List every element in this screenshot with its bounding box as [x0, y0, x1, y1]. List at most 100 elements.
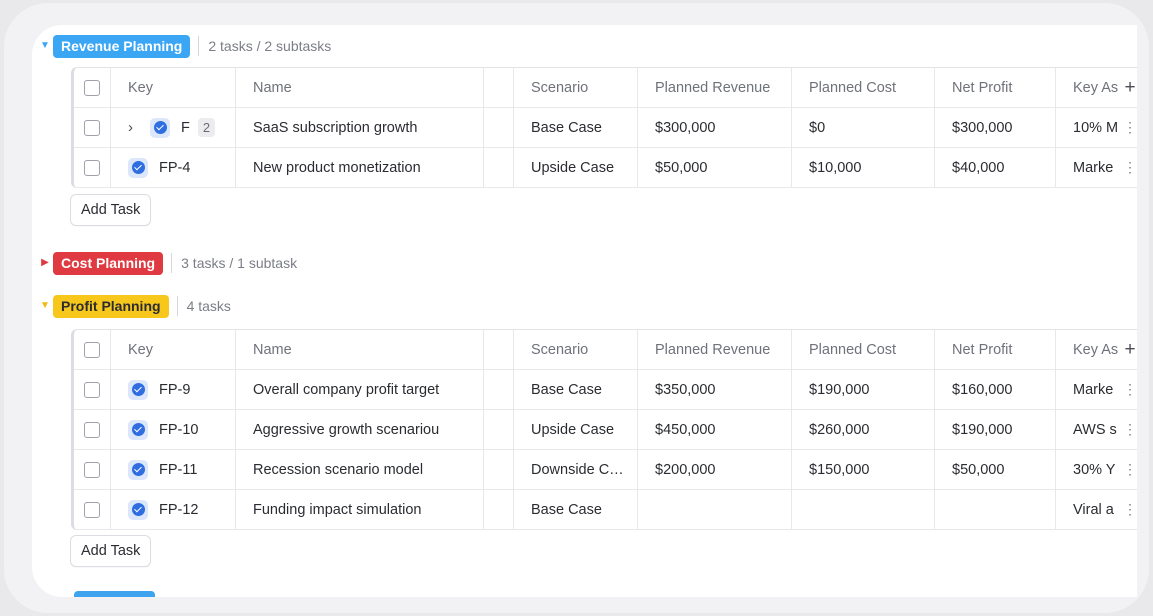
row-menu-icon[interactable]: ⋮: [1120, 490, 1137, 529]
table-row[interactable]: FP-10 Aggressive growth scenariou Upside…: [74, 410, 1137, 450]
group-header-profit[interactable]: ▼ Profit Planning 4 tasks: [32, 293, 231, 319]
net-profit-cell[interactable]: $160,000: [935, 370, 1056, 409]
select-all-checkbox[interactable]: [74, 330, 111, 369]
group-tag-cost[interactable]: Cost Planning: [53, 251, 164, 275]
checkbox-box[interactable]: [84, 159, 100, 176]
table-row[interactable]: FP-12 Funding impact simulation Base Cas…: [74, 490, 1137, 530]
planned-revenue-cell[interactable]: [638, 490, 792, 529]
row-checkbox[interactable]: [74, 410, 111, 449]
task-name[interactable]: New product monetization: [236, 148, 484, 187]
revenue-table: Key Name Scenario Planned Revenue Planne…: [71, 67, 1137, 188]
planned-cost-cell[interactable]: [792, 490, 935, 529]
task-name[interactable]: Overall company profit target: [236, 370, 484, 409]
status-done-icon[interactable]: [128, 157, 148, 178]
group-tag-revenue[interactable]: Revenue Planning: [53, 34, 191, 58]
net-profit-cell[interactable]: $40,000: [935, 148, 1056, 187]
planned-revenue-cell[interactable]: $200,000: [638, 450, 792, 489]
checkbox-box[interactable]: [84, 381, 100, 398]
row-menu-icon[interactable]: ⋮: [1120, 410, 1137, 449]
column-header-planned-revenue[interactable]: Planned Revenue: [638, 68, 792, 107]
add-task-button[interactable]: Add Task: [70, 535, 152, 567]
task-name[interactable]: Aggressive growth scenariou: [236, 410, 484, 449]
profit-table: Key Name Scenario Planned Revenue Planne…: [71, 329, 1137, 530]
add-task-button[interactable]: Add Task: [70, 194, 152, 226]
expand-subtasks-icon[interactable]: ›: [128, 119, 138, 136]
row-menu-icon[interactable]: ⋮: [1120, 450, 1137, 489]
scenario-cell[interactable]: Upside Case: [514, 410, 638, 449]
checkbox-box[interactable]: [84, 79, 100, 96]
subtask-count-badge[interactable]: 2: [197, 118, 216, 137]
planned-cost-cell[interactable]: $190,000: [792, 370, 935, 409]
planned-revenue-cell[interactable]: $450,000: [638, 410, 792, 449]
task-key-cell: FP-10: [111, 410, 236, 449]
planned-revenue-cell[interactable]: $350,000: [638, 370, 792, 409]
net-profit-cell[interactable]: $50,000: [935, 450, 1056, 489]
column-gap: [484, 490, 514, 529]
column-header-planned-revenue[interactable]: Planned Revenue: [638, 330, 792, 369]
scenario-cell[interactable]: Upside Case: [514, 148, 638, 187]
next-group-tag[interactable]: [74, 591, 155, 597]
net-profit-cell[interactable]: $190,000: [935, 410, 1056, 449]
task-name[interactable]: Funding impact simulation: [236, 490, 484, 529]
row-checkbox[interactable]: [74, 370, 111, 409]
checkbox-box[interactable]: [84, 341, 100, 358]
task-key: FP-12: [159, 501, 199, 518]
status-done-icon[interactable]: [128, 499, 148, 520]
column-header-scenario[interactable]: Scenario: [514, 330, 638, 369]
status-done-icon[interactable]: [150, 117, 170, 138]
status-done-icon[interactable]: [128, 379, 148, 400]
task-key-cell: › F 2: [111, 108, 236, 147]
column-header-scenario[interactable]: Scenario: [514, 68, 638, 107]
planned-cost-cell[interactable]: $260,000: [792, 410, 935, 449]
column-header-planned-cost[interactable]: Planned Cost: [792, 68, 935, 107]
table-row[interactable]: FP-9 Overall company profit target Base …: [74, 370, 1137, 410]
row-menu-icon[interactable]: ⋮: [1120, 148, 1137, 187]
checkbox-box[interactable]: [84, 501, 100, 518]
column-header-name[interactable]: Name: [236, 330, 484, 369]
task-key: FP-11: [159, 461, 198, 478]
table-row[interactable]: FP-11 Recession scenario model Downside …: [74, 450, 1137, 490]
status-done-icon[interactable]: [128, 459, 148, 480]
checkbox-box[interactable]: [84, 421, 100, 438]
group-tag-profit[interactable]: Profit Planning: [53, 294, 169, 318]
planned-cost-cell[interactable]: $150,000: [792, 450, 935, 489]
column-header-key[interactable]: Key: [111, 68, 236, 107]
scenario-cell[interactable]: Base Case: [514, 108, 638, 147]
column-header-key[interactable]: Key: [111, 330, 236, 369]
group-header-cost[interactable]: ▶ Cost Planning 3 tasks / 1 subtask: [32, 250, 297, 276]
row-checkbox[interactable]: [74, 108, 111, 147]
planned-cost-cell[interactable]: $0: [792, 108, 935, 147]
planned-cost-cell[interactable]: $10,000: [792, 148, 935, 187]
checkbox-box[interactable]: [84, 461, 100, 478]
status-done-icon[interactable]: [128, 419, 148, 440]
task-name[interactable]: Recession scenario model: [236, 450, 484, 489]
task-key: F: [181, 119, 190, 136]
planned-revenue-cell[interactable]: $300,000: [638, 108, 792, 147]
column-header-planned-cost[interactable]: Planned Cost: [792, 330, 935, 369]
scenario-cell[interactable]: Base Case: [514, 370, 638, 409]
net-profit-cell[interactable]: [935, 490, 1056, 529]
add-column-icon[interactable]: +: [1120, 330, 1137, 369]
column-gap: [484, 68, 514, 107]
task-name[interactable]: SaaS subscription growth: [236, 108, 484, 147]
row-menu-icon[interactable]: ⋮: [1120, 370, 1137, 409]
table-row[interactable]: FP-4 New product monetization Upside Cas…: [74, 148, 1137, 188]
task-key-cell: FP-12: [111, 490, 236, 529]
scenario-cell[interactable]: Downside C…: [514, 450, 638, 489]
select-all-checkbox[interactable]: [74, 68, 111, 107]
row-checkbox[interactable]: [74, 450, 111, 489]
add-column-icon[interactable]: +: [1120, 68, 1137, 107]
table-row[interactable]: › F 2 SaaS subscription growth Base Case…: [74, 108, 1137, 148]
scenario-cell[interactable]: Base Case: [514, 490, 638, 529]
planned-revenue-cell[interactable]: $50,000: [638, 148, 792, 187]
column-header-name[interactable]: Name: [236, 68, 484, 107]
divider: [171, 253, 173, 273]
checkbox-box[interactable]: [84, 119, 100, 136]
row-menu-icon[interactable]: ⋮: [1120, 108, 1137, 147]
row-checkbox[interactable]: [74, 148, 111, 187]
column-header-net-profit[interactable]: Net Profit: [935, 330, 1056, 369]
net-profit-cell[interactable]: $300,000: [935, 108, 1056, 147]
column-header-net-profit[interactable]: Net Profit: [935, 68, 1056, 107]
group-header-revenue[interactable]: ▼ Revenue Planning 2 tasks / 2 subtasks: [32, 33, 331, 59]
row-checkbox[interactable]: [74, 490, 111, 529]
